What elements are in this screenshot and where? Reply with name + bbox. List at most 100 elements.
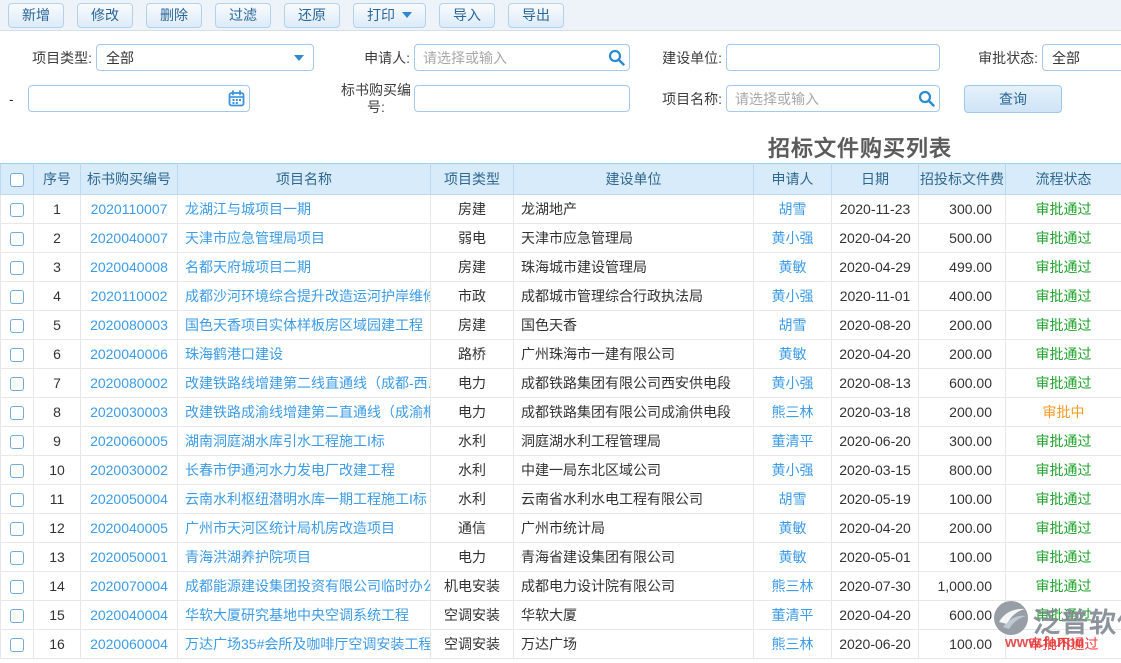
query-button[interactable]: 查询	[964, 85, 1062, 113]
bid-purchase-no-field	[414, 85, 630, 112]
project-name-link[interactable]: 改建铁路成渝线增建第二直通线（成渝枢...	[185, 404, 431, 420]
project-name-link[interactable]: 国色天香项目实体样板房区域园建工程	[185, 317, 423, 333]
column-header: 招投标文件费	[919, 164, 1006, 195]
applicant-link[interactable]: 黄小强	[772, 462, 814, 478]
bid-purchase-code-link[interactable]: 2020030002	[90, 462, 168, 478]
row-checkbox[interactable]	[10, 609, 24, 623]
bid-purchase-code-link[interactable]: 2020110007	[91, 201, 168, 217]
search-icon[interactable]	[603, 49, 629, 66]
applicant-link[interactable]: 胡雪	[779, 491, 807, 507]
project-type-select[interactable]: 全部	[96, 44, 314, 71]
row-checkbox[interactable]	[10, 522, 24, 536]
approval-status-select[interactable]: 全部	[1042, 44, 1121, 71]
row-checkbox[interactable]	[10, 464, 24, 478]
project-name-link[interactable]: 长春市伊通河水力发电厂改建工程	[185, 462, 395, 478]
toolbar-button[interactable]: 新增	[8, 3, 64, 28]
bid-purchase-code-link[interactable]: 2020040006	[90, 346, 168, 362]
row-checkbox[interactable]	[10, 580, 24, 594]
project-name-link[interactable]: 华软大厦研究基地中央空调系统工程	[185, 607, 409, 623]
applicant-cell: 黄小强	[754, 282, 832, 311]
project-name-link[interactable]: 青海洪湖养护院项目	[185, 549, 311, 565]
applicant-input[interactable]	[415, 45, 603, 70]
applicant-link[interactable]: 黄敏	[779, 549, 807, 565]
applicant-link[interactable]: 熊三林	[772, 636, 814, 652]
calendar-icon[interactable]	[223, 90, 249, 107]
applicant-link[interactable]: 黄小强	[772, 288, 814, 304]
row-checkbox-cell	[1, 398, 34, 427]
applicant-link[interactable]: 董清平	[772, 433, 814, 449]
toolbar-button[interactable]: 修改	[77, 3, 133, 28]
bid-purchase-code-link[interactable]: 2020050001	[90, 549, 168, 565]
bid-purchase-code-link[interactable]: 2020060005	[90, 433, 168, 449]
bid-purchase-no-input[interactable]	[415, 86, 629, 111]
toolbar-button[interactable]: 导入	[439, 3, 495, 28]
bid-purchase-code-link[interactable]: 2020030003	[90, 404, 168, 420]
row-checkbox[interactable]	[10, 232, 24, 246]
applicant-link[interactable]: 黄小强	[772, 375, 814, 391]
construction-unit-field	[726, 44, 940, 71]
project-name-link[interactable]: 珠海鹤港口建设	[185, 346, 283, 362]
row-checkbox[interactable]	[10, 261, 24, 275]
row-checkbox[interactable]	[10, 203, 24, 217]
row-checkbox[interactable]	[10, 435, 24, 449]
applicant-link[interactable]: 熊三林	[772, 578, 814, 594]
toolbar-button[interactable]: 还原	[284, 3, 340, 28]
status-cell: 审批通过	[1006, 601, 1121, 630]
row-checkbox[interactable]	[10, 290, 24, 304]
status-cell: 审批通过	[1006, 485, 1121, 514]
select-all-checkbox[interactable]	[10, 173, 24, 187]
project-name-link[interactable]: 龙湖江与城项目一期	[185, 201, 311, 217]
bid-purchase-code-link[interactable]: 2020040004	[90, 607, 168, 623]
bid-purchase-code-link[interactable]: 2020040005	[90, 520, 168, 536]
applicant-link[interactable]: 胡雪	[779, 317, 807, 333]
row-checkbox[interactable]	[10, 493, 24, 507]
bid-purchase-code-link[interactable]: 2020050004	[90, 491, 168, 507]
bid-purchase-code-link[interactable]: 2020070004	[90, 578, 168, 594]
project-name-link[interactable]: 改建铁路线增建第二线直通线（成都-西...	[185, 375, 431, 391]
applicant-link[interactable]: 胡雪	[779, 201, 807, 217]
bid-purchase-code-link[interactable]: 2020040008	[90, 259, 168, 275]
column-header: 建设单位	[514, 164, 754, 195]
applicant-link[interactable]: 黄小强	[772, 230, 814, 246]
bid-purchase-code-link[interactable]: 2020080003	[90, 317, 168, 333]
row-checkbox-cell	[1, 253, 34, 282]
row-number: 6	[34, 340, 81, 369]
project-name-input[interactable]	[727, 86, 913, 111]
toolbar-button[interactable]: 打印	[353, 3, 426, 28]
date-input[interactable]	[29, 86, 223, 111]
project-name-link[interactable]: 湖南洞庭湖水库引水工程施工I标	[185, 433, 385, 449]
project-type-cell: 水利	[431, 456, 514, 485]
row-checkbox[interactable]	[10, 377, 24, 391]
search-icon[interactable]	[913, 90, 939, 107]
project-name-link[interactable]: 天津市应急管理局项目	[185, 230, 325, 246]
project-name-link[interactable]: 万达广场35#会所及咖啡厅空调安装工程	[185, 636, 431, 652]
project-name-link[interactable]: 成都能源建设集团投资有限公司临时办公...	[185, 578, 431, 594]
applicant-link[interactable]: 董清平	[772, 607, 814, 623]
bid-purchase-code-link[interactable]: 2020110002	[91, 288, 168, 304]
bid-purchase-code-link[interactable]: 2020040007	[90, 230, 168, 246]
status-badge: 审批通过	[1036, 230, 1092, 246]
row-checkbox[interactable]	[10, 638, 24, 652]
project-name-link[interactable]: 广州市天河区统计局机房改造项目	[185, 520, 395, 536]
date-field	[28, 85, 250, 112]
applicant-link[interactable]: 黄敏	[779, 259, 807, 275]
toolbar-button[interactable]: 删除	[146, 3, 202, 28]
project-name-link[interactable]: 成都沙河环境综合提升改造运河护岸维修...	[185, 288, 431, 304]
toolbar-button[interactable]: 导出	[508, 3, 564, 28]
row-checkbox[interactable]	[10, 319, 24, 333]
project-name-link[interactable]: 名都天府城项目二期	[185, 259, 311, 275]
applicant-link[interactable]: 黄敏	[779, 346, 807, 362]
row-checkbox[interactable]	[10, 551, 24, 565]
bid-purchase-code-link[interactable]: 2020080002	[90, 375, 168, 391]
row-checkbox[interactable]	[10, 348, 24, 362]
applicant-link[interactable]: 熊三林	[772, 404, 814, 420]
applicant-field	[414, 44, 630, 71]
status-badge: 审批通过	[1036, 433, 1092, 449]
project-name-link[interactable]: 云南水利枢纽潜明水库一期工程施工I标	[185, 491, 427, 507]
applicant-link[interactable]: 黄敏	[779, 520, 807, 536]
bid-purchase-code-cell: 2020060005	[81, 427, 178, 456]
row-checkbox[interactable]	[10, 406, 24, 420]
construction-unit-input[interactable]	[727, 45, 939, 70]
bid-purchase-code-link[interactable]: 2020060004	[90, 636, 168, 652]
toolbar-button[interactable]: 过滤	[215, 3, 271, 28]
